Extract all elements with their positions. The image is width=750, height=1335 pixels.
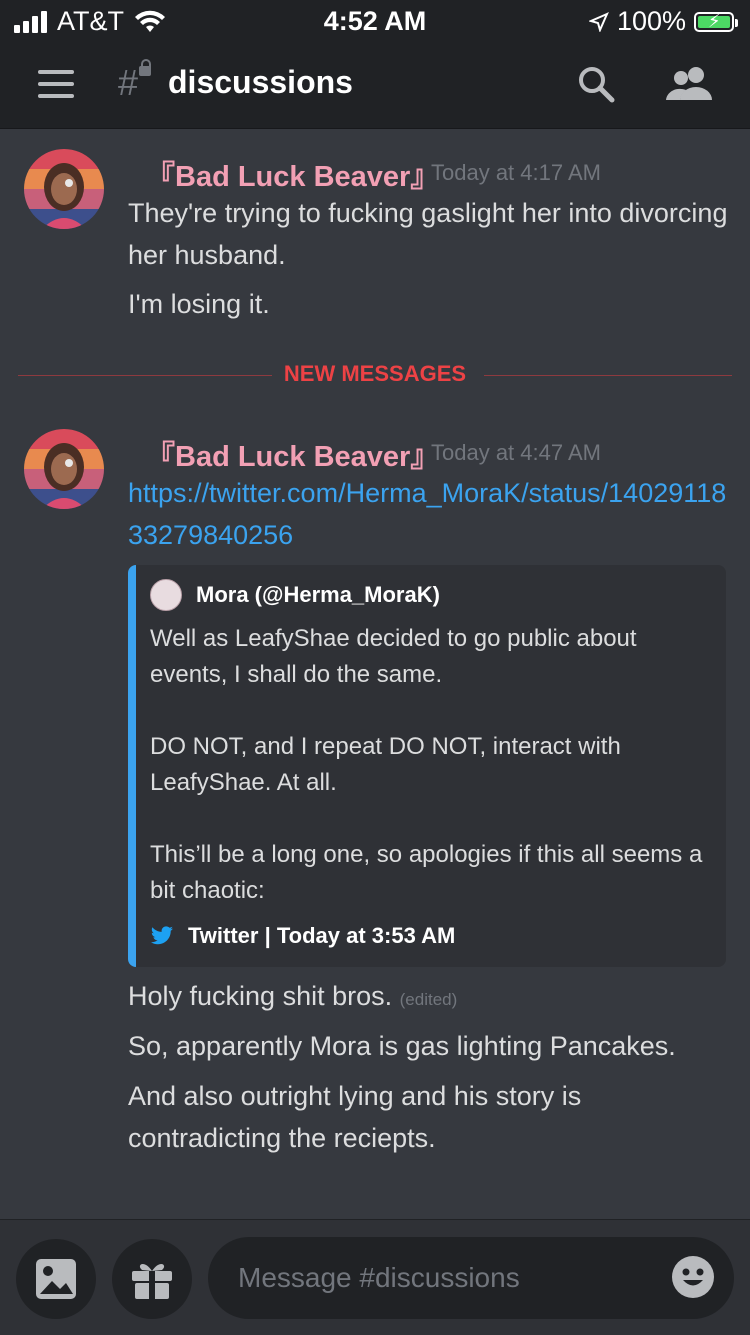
- gift-icon: [132, 1263, 172, 1299]
- gift-button[interactable]: [112, 1239, 192, 1319]
- embed-author-avatar: [150, 579, 182, 611]
- new-messages-label: NEW MESSAGES: [283, 361, 467, 386]
- battery-icon: ⚡: [694, 11, 738, 32]
- message-text: And also outright lying and his story is…: [128, 1081, 582, 1153]
- embed-author-row: Mora (@Herma_MoraK): [150, 579, 440, 611]
- lock-icon: [139, 59, 151, 76]
- channel-title: discussions: [168, 64, 353, 100]
- message-list: 『Bad Luck Beaver』 Today at 4:17 AM They'…: [0, 129, 750, 1219]
- avatar[interactable]: [24, 149, 104, 229]
- location-icon: [588, 11, 609, 32]
- link-embed[interactable]: Mora (@Herma_MoraK) Well as LeafyShae de…: [128, 565, 726, 967]
- image-icon: [36, 1259, 76, 1299]
- battery-percent: 100%: [616, 6, 686, 36]
- message-timestamp: Today at 4:17 AM: [431, 160, 601, 185]
- message-author[interactable]: 『Bad Luck Beaver』: [146, 433, 439, 475]
- message-composer[interactable]: [208, 1237, 734, 1319]
- message-author[interactable]: 『Bad Luck Beaver』: [146, 153, 439, 195]
- hamburger-icon[interactable]: [38, 70, 74, 98]
- embed-footer-text: Twitter | Today at 3:53 AM: [188, 923, 456, 948]
- channel-hash-icon: #: [118, 62, 139, 103]
- channel-header: # discussions: [0, 42, 750, 129]
- message-timestamp: Today at 4:47 AM: [431, 440, 601, 465]
- message-input[interactable]: [236, 1251, 660, 1305]
- message-text-row: Holy fucking shit bros. (edited): [128, 975, 728, 1021]
- members-icon[interactable]: [664, 64, 714, 104]
- emoji-icon[interactable]: [672, 1256, 714, 1298]
- new-messages-divider: NEW MESSAGES: [18, 361, 732, 386]
- message-text: I'm losing it.: [128, 289, 270, 319]
- status-bar: AT&T 4:52 AM 100% ⚡: [0, 0, 750, 42]
- twitter-icon: [151, 926, 173, 945]
- message-text: So, apparently Mora is gas lighting Panc…: [128, 1031, 676, 1061]
- embed-description: Well as LeafyShae decided to go public a…: [150, 625, 703, 904]
- search-icon[interactable]: [576, 64, 616, 104]
- edited-label: (edited): [399, 990, 458, 1009]
- embed-author[interactable]: Mora (@Herma_MoraK): [196, 582, 440, 608]
- message-link[interactable]: https://twitter.com/Herma_MoraK/status/1…: [128, 472, 728, 556]
- embed-footer: Twitter | Today at 3:53 AM: [150, 923, 455, 949]
- message-text: Holy fucking shit bros.: [128, 981, 393, 1011]
- embed-accent-bar: [128, 565, 136, 967]
- status-right: 100% ⚡: [588, 6, 738, 37]
- avatar[interactable]: [24, 429, 104, 509]
- composer-bar: [0, 1219, 750, 1335]
- message-text: They're trying to fucking gaslight her i…: [128, 198, 728, 270]
- image-upload-button[interactable]: [16, 1239, 96, 1319]
